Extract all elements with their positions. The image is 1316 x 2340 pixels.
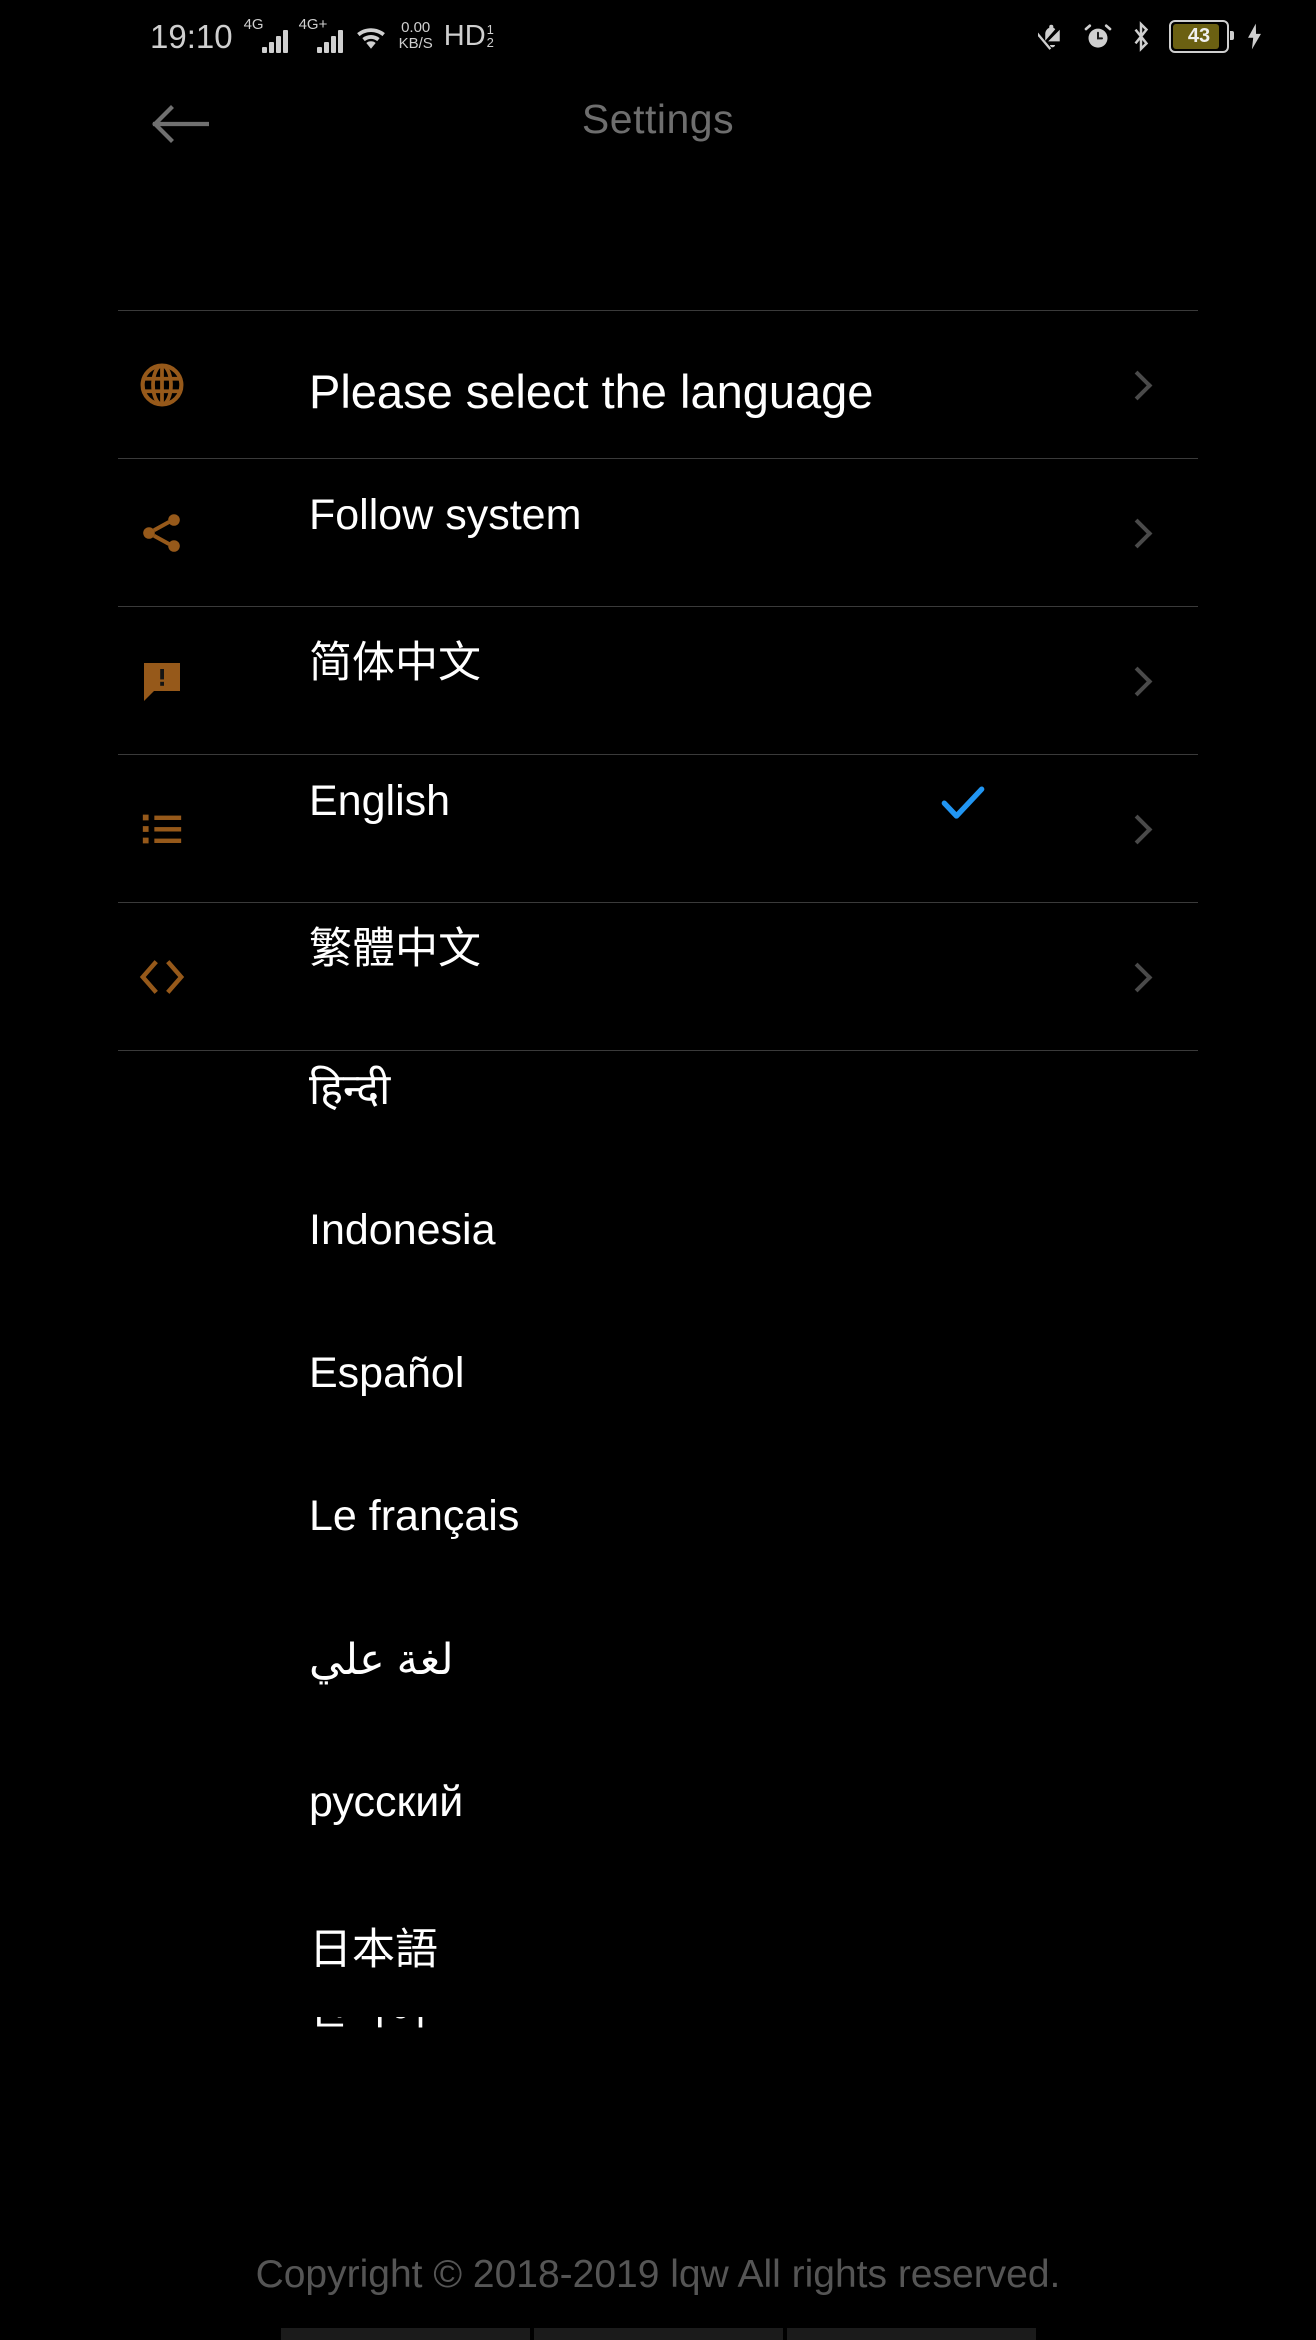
language-option[interactable]: 简体中文 (0, 587, 1316, 730)
language-option-label: 繁體中文 (309, 924, 481, 973)
checkmark-icon (935, 774, 991, 830)
language-option[interactable]: Follow system (0, 444, 1316, 587)
language-option-label: Español (309, 1349, 465, 1397)
dialog-title: Please select the language (309, 365, 874, 418)
nav-back-hint[interactable] (280, 2328, 530, 2340)
language-dialog: Please select the language Follow system… (0, 196, 1316, 2126)
language-option-label: لغة علي (309, 1635, 454, 1684)
language-option-label: русский (309, 1778, 464, 1826)
system-nav-bar (0, 2312, 1316, 2340)
footer-copyright: Copyright © 2018-2019 lqw All rights res… (255, 2253, 1061, 2296)
language-option[interactable]: 繁體中文 (0, 873, 1316, 1016)
language-option[interactable]: 日本語 (0, 1874, 1316, 2017)
language-option[interactable]: لغة علي (0, 1588, 1316, 1731)
language-option[interactable]: Le français (0, 1445, 1316, 1588)
language-option[interactable]: русский (0, 1731, 1316, 1874)
nav-recents-hint[interactable] (786, 2328, 1036, 2340)
language-option[interactable]: English (0, 730, 1316, 873)
language-option[interactable]: Indonesia (0, 1159, 1316, 1302)
language-option[interactable]: हिन्दी (0, 1016, 1316, 1159)
battery-level-label: 43 (1187, 24, 1211, 47)
language-option-label: Follow system (309, 491, 582, 539)
language-option[interactable]: Español (0, 1302, 1316, 1445)
language-option-label: 한국어 (309, 2017, 428, 2037)
language-option[interactable]: 한국어 (0, 2017, 1316, 2097)
nav-home-hint[interactable] (533, 2328, 783, 2340)
language-option-label: Indonesia (309, 1206, 496, 1254)
language-option-label: 简体中文 (309, 638, 481, 687)
language-option-label: English (309, 777, 451, 825)
language-option-label: हिन्दी (309, 1066, 391, 1114)
language-list: Follow system 简体中文 English 繁體中文 हिन्दी Indone… (0, 444, 1316, 2097)
language-option-label: Le français (309, 1492, 520, 1540)
language-option-label: 日本語 (309, 1925, 438, 1974)
